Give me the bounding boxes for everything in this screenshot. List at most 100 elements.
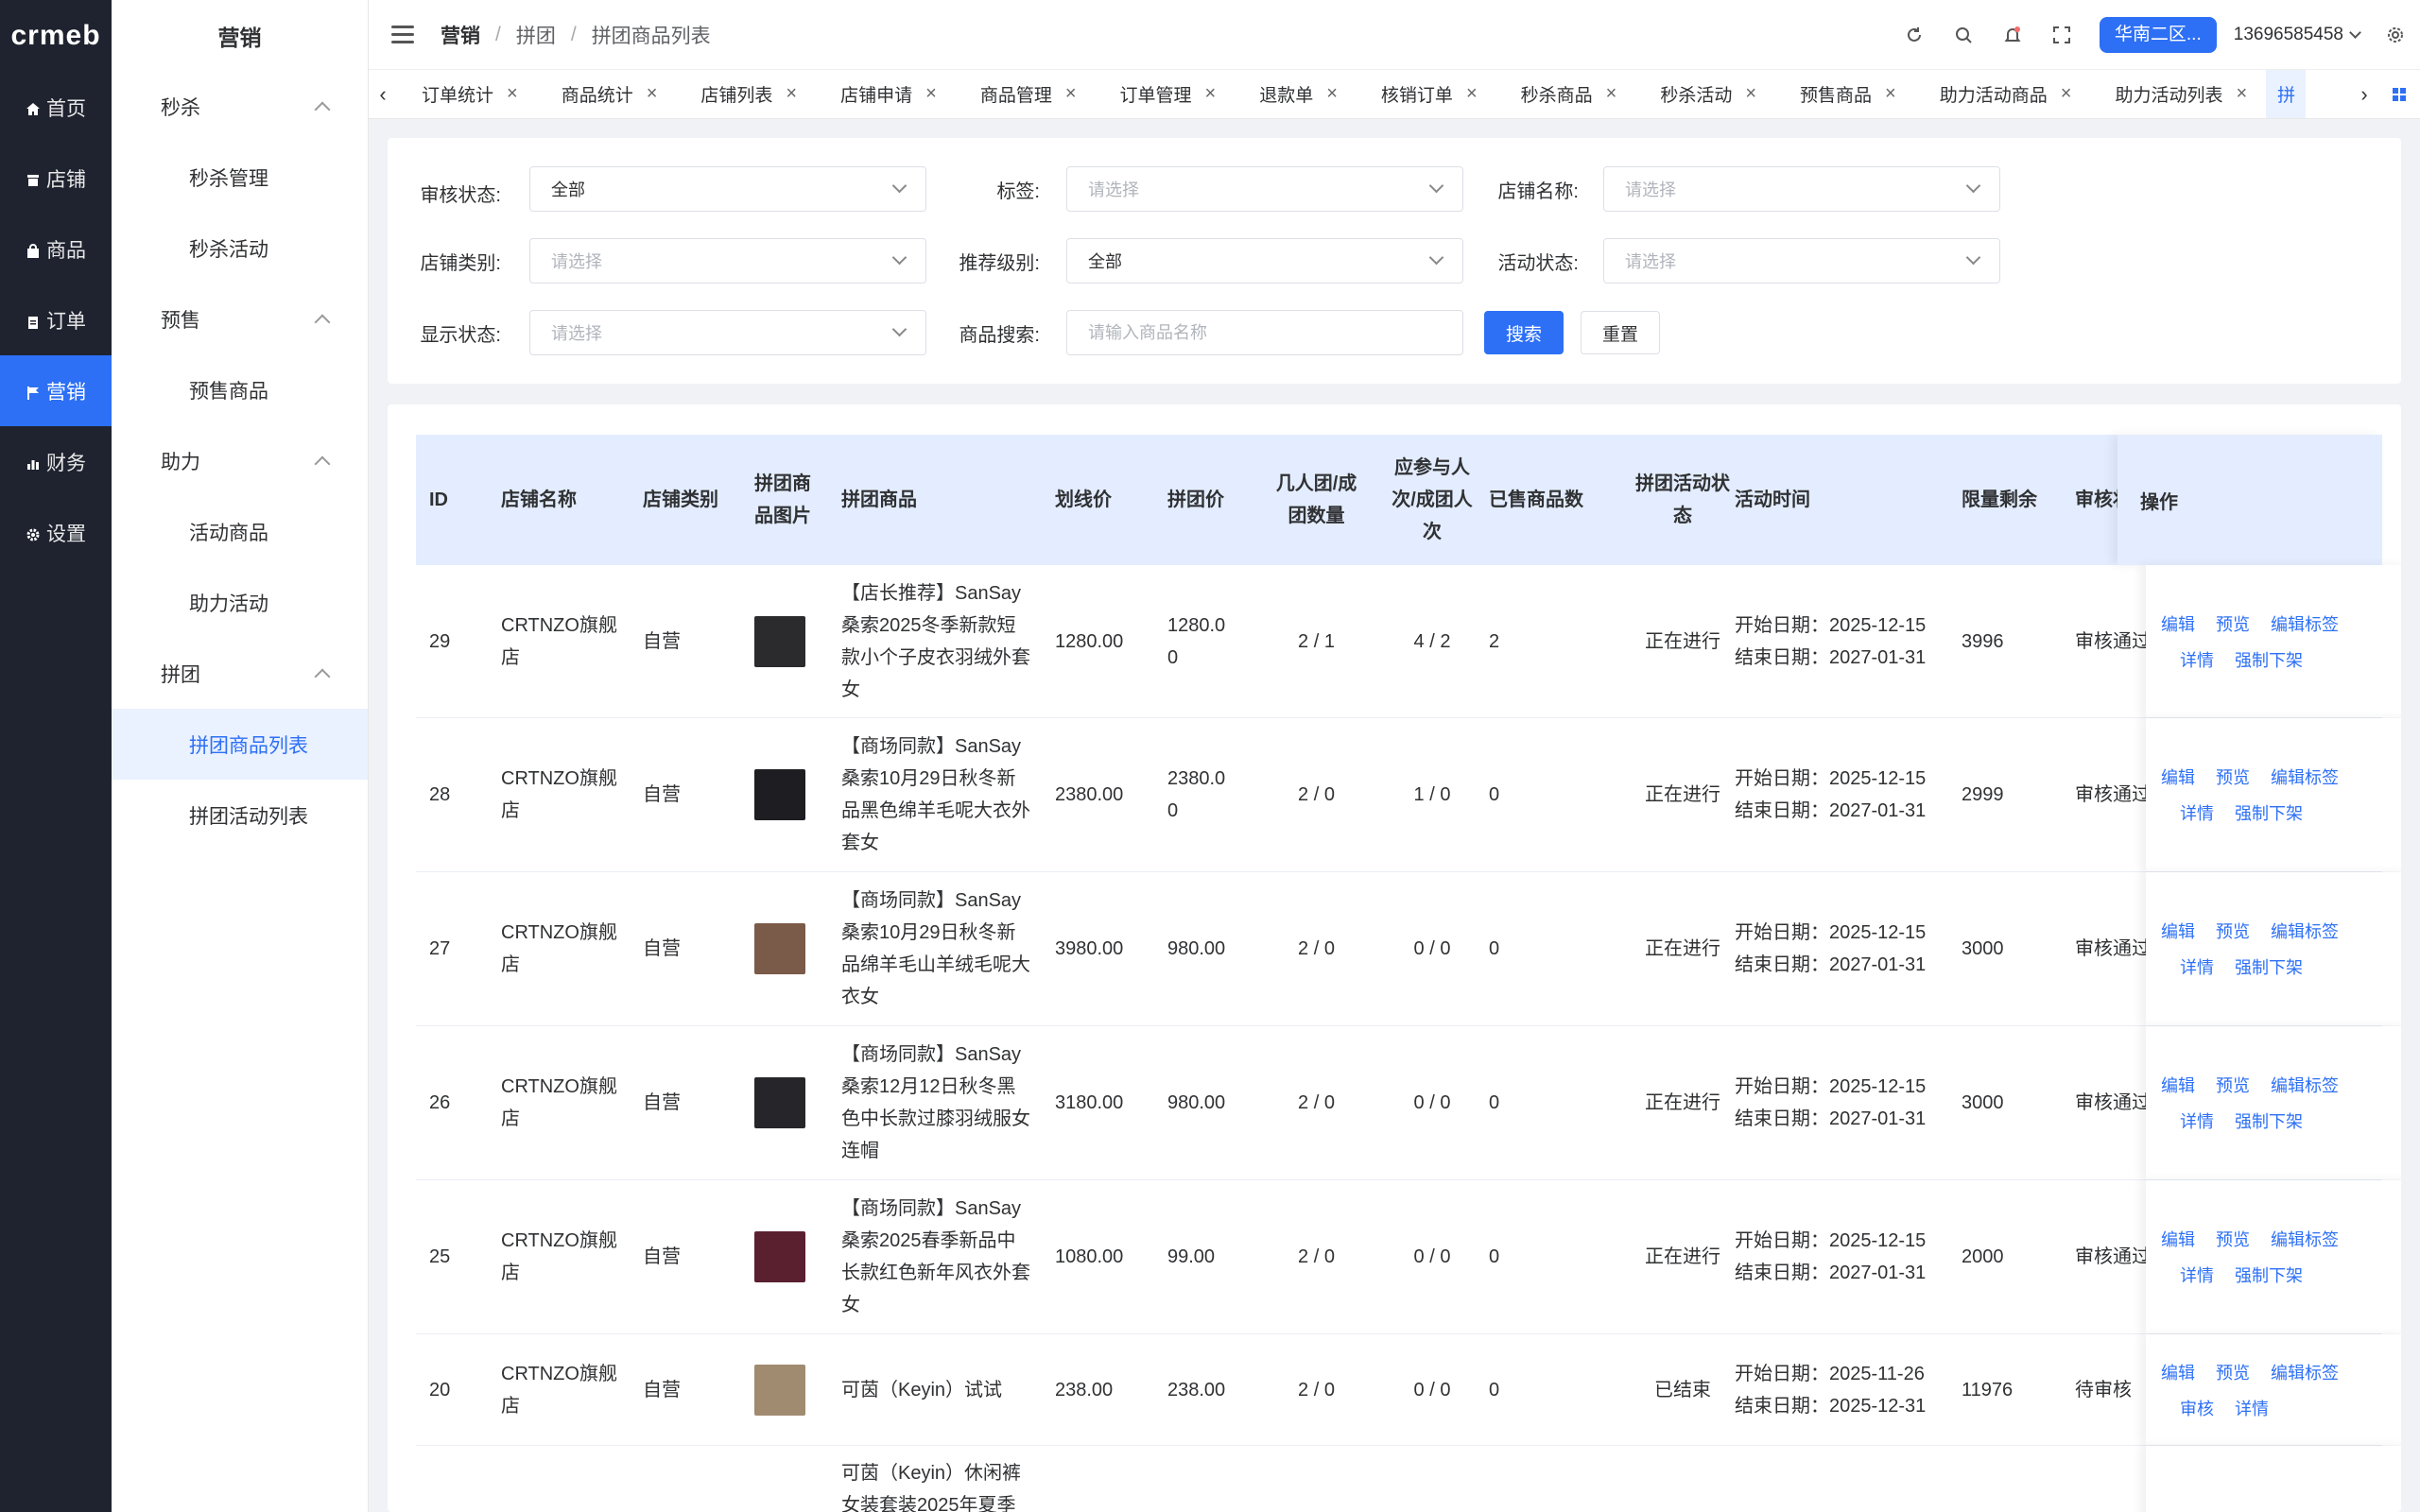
bell-icon[interactable] [2001, 24, 2024, 46]
close-icon[interactable]: × [647, 83, 658, 105]
main-nav-item[interactable]: 财务 [0, 426, 112, 497]
row-action-link[interactable]: 详情 [2180, 954, 2214, 979]
sub-nav-group[interactable]: 预售 [112, 284, 368, 354]
row-action-link[interactable]: 预览 [2216, 1073, 2250, 1097]
breadcrumb-item[interactable]: 营销 [441, 21, 480, 49]
close-icon[interactable]: × [2236, 83, 2247, 105]
row-action-link[interactable]: 详情 [2180, 1108, 2214, 1133]
search-button[interactable]: 搜索 [1484, 311, 1564, 354]
row-action-link[interactable]: 预览 [2216, 765, 2250, 789]
main-nav-item[interactable]: 店铺 [0, 143, 112, 214]
row-action-link[interactable]: 编辑 [2161, 919, 2195, 943]
product-thumbnail[interactable] [754, 923, 805, 974]
tag-select[interactable]: 请选择 [1066, 166, 1463, 212]
row-action-link[interactable]: 编辑标签 [2271, 1073, 2339, 1097]
tab[interactable]: 秒杀商品 × [1496, 70, 1636, 118]
gear-icon[interactable] [2384, 24, 2407, 46]
sub-nav-item[interactable]: 拼团商品列表 [112, 709, 368, 780]
close-icon[interactable]: × [1885, 83, 1896, 105]
tab[interactable]: 订单管理 × [1096, 70, 1236, 118]
main-nav-item[interactable]: 商品 [0, 214, 112, 284]
close-icon[interactable]: × [1745, 83, 1756, 105]
tab[interactable]: 助力活动商品 × [1915, 70, 2091, 118]
display-status-select[interactable]: 请选择 [529, 310, 926, 355]
product-thumbnail[interactable] [754, 1231, 805, 1282]
main-nav-item[interactable]: 设置 [0, 497, 112, 568]
row-action-link[interactable]: 强制下架 [2235, 1263, 2303, 1287]
row-action-link[interactable]: 强制下架 [2235, 1108, 2303, 1133]
region-selector[interactable]: 华南二区... [2099, 17, 2217, 53]
sub-nav-group[interactable]: 助力 [112, 425, 368, 496]
sub-nav-item[interactable]: 秒杀活动 [112, 213, 368, 284]
tab[interactable]: 秒杀活动 × [1635, 70, 1775, 118]
product-thumbnail[interactable] [754, 615, 805, 667]
sub-nav-item[interactable]: 活动商品 [112, 496, 368, 567]
close-icon[interactable]: × [1065, 83, 1077, 105]
sub-nav-group[interactable]: 拼团 [112, 638, 368, 709]
tab[interactable]: 预售商品 × [1775, 70, 1915, 118]
row-action-link[interactable]: 编辑 [2161, 1227, 2195, 1251]
row-action-link[interactable]: 编辑标签 [2271, 611, 2339, 636]
row-action-link[interactable]: 强制下架 [2235, 800, 2303, 825]
row-action-link[interactable]: 详情 [2235, 1396, 2269, 1420]
row-action-link[interactable]: 编辑标签 [2271, 919, 2339, 943]
breadcrumb-item[interactable]: 拼团 [516, 21, 556, 49]
row-action-link[interactable]: 编辑 [2161, 1360, 2195, 1384]
row-action-link[interactable]: 详情 [2180, 800, 2214, 825]
row-action-link[interactable]: 审核 [2180, 1396, 2214, 1420]
row-action-link[interactable]: 预览 [2216, 611, 2250, 636]
row-action-link[interactable]: 强制下架 [2235, 647, 2303, 672]
tab[interactable]: 助力活动列表 × [2090, 70, 2266, 118]
close-icon[interactable]: × [786, 83, 797, 105]
close-icon[interactable]: × [1466, 83, 1478, 105]
sub-nav-item[interactable]: 预售商品 [112, 354, 368, 425]
close-icon[interactable]: × [1205, 83, 1217, 105]
row-action-link[interactable]: 编辑标签 [2271, 1360, 2339, 1384]
row-action-link[interactable]: 编辑 [2161, 1073, 2195, 1097]
product-thumbnail[interactable] [754, 769, 805, 820]
tab[interactable]: 店铺列表 × [676, 70, 816, 118]
main-nav-item[interactable]: 营销 [0, 355, 112, 426]
row-action-link[interactable]: 编辑标签 [2271, 1227, 2339, 1251]
grid-menu-icon[interactable] [2378, 70, 2420, 118]
close-icon[interactable]: × [1326, 83, 1338, 105]
store-type-select[interactable]: 请选择 [529, 238, 926, 284]
tab[interactable]: 商品统计 × [537, 70, 677, 118]
sub-nav-group[interactable]: 秒杀 [112, 71, 368, 142]
tabs-scroll-right-icon[interactable]: › [2350, 70, 2378, 118]
product-search-input[interactable] [1066, 310, 1463, 355]
sub-nav-item[interactable]: 拼团活动列表 [112, 780, 368, 850]
row-action-link[interactable]: 预览 [2216, 1360, 2250, 1384]
tab[interactable]: 退款单 × [1235, 70, 1357, 118]
product-thumbnail[interactable] [754, 1364, 805, 1416]
activity-status-select[interactable]: 请选择 [1603, 238, 2000, 284]
sub-nav-item[interactable]: 助力活动 [112, 567, 368, 638]
audit-status-select[interactable]: 全部 [529, 166, 926, 212]
refresh-icon[interactable] [1903, 24, 1926, 46]
recommend-level-select[interactable]: 全部 [1066, 238, 1463, 284]
row-action-link[interactable]: 编辑标签 [2271, 765, 2339, 789]
store-name-select[interactable]: 请选择 [1603, 166, 2000, 212]
close-icon[interactable]: × [1606, 83, 1617, 105]
menu-toggle-icon[interactable] [391, 26, 414, 43]
tab-partial[interactable]: 拼 [2266, 70, 2307, 118]
row-action-link[interactable]: 预览 [2216, 919, 2250, 943]
tab[interactable]: 商品管理 × [956, 70, 1096, 118]
sub-nav-item[interactable]: 秒杀管理 [112, 142, 368, 213]
tab[interactable]: 核销订单 × [1357, 70, 1496, 118]
search-icon[interactable] [1952, 24, 1975, 46]
close-icon[interactable]: × [507, 83, 518, 105]
main-nav-item[interactable]: 订单 [0, 284, 112, 355]
row-action-link[interactable]: 详情 [2180, 1263, 2214, 1287]
tabs-scroll-left-icon[interactable]: ‹ [369, 70, 397, 118]
main-nav-item[interactable]: 首页 [0, 72, 112, 143]
tab[interactable]: 店铺申请 × [816, 70, 956, 118]
row-action-link[interactable]: 编辑 [2161, 765, 2195, 789]
row-action-link[interactable]: 预览 [2216, 1227, 2250, 1251]
reset-button[interactable]: 重置 [1581, 311, 1660, 354]
product-thumbnail[interactable] [754, 1077, 805, 1128]
tab[interactable]: 订单统计 × [397, 70, 537, 118]
close-icon[interactable]: × [925, 83, 937, 105]
row-action-link[interactable]: 编辑 [2161, 611, 2195, 636]
close-icon[interactable]: × [2061, 83, 2072, 105]
